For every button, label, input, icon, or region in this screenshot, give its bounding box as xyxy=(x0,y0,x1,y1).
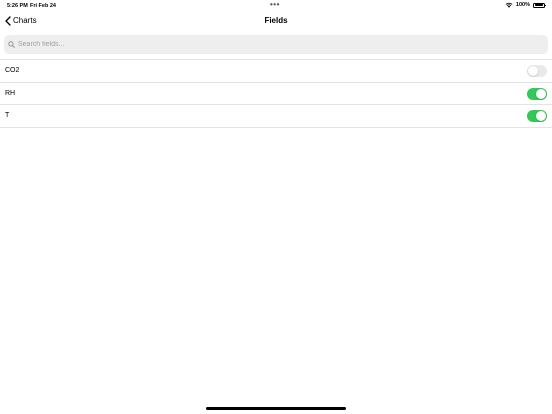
multitasking-dots[interactable]: ••• xyxy=(270,0,280,9)
status-time: 5:26 PM xyxy=(7,2,28,9)
field-label: T xyxy=(5,112,10,119)
field-row-rh: RH xyxy=(0,83,552,105)
field-list: CO2 RH T xyxy=(0,59,552,128)
search-bar[interactable] xyxy=(4,35,548,54)
status-right-group: 100% xyxy=(505,2,546,8)
field-row-co2: CO2 xyxy=(0,60,552,83)
status-bar: 5:26 PM Fri Feb 24 ••• 100% xyxy=(0,0,552,11)
toggle-knob xyxy=(528,66,538,76)
toggle-rh[interactable] xyxy=(527,87,547,100)
field-label: RH xyxy=(5,89,16,97)
toggle-co2[interactable] xyxy=(527,65,547,77)
wifi-icon xyxy=(505,2,513,8)
search-input[interactable] xyxy=(18,41,518,48)
battery-percentage: 100% xyxy=(515,2,530,8)
toggle-knob xyxy=(536,111,546,121)
toggle-t[interactable] xyxy=(527,110,547,122)
magnifying-glass-icon xyxy=(8,41,15,48)
page-title: Fields xyxy=(264,16,288,25)
fields-screen: 5:26 PM Fri Feb 24 ••• 100% Charts Field… xyxy=(0,0,552,414)
home-indicator[interactable] xyxy=(206,407,346,410)
field-row-t: T xyxy=(0,105,552,128)
toggle-knob xyxy=(536,88,546,99)
field-label: CO2 xyxy=(5,67,20,74)
navigation-bar: Charts Fields xyxy=(0,11,552,30)
status-date: Fri Feb 24 xyxy=(30,2,56,9)
battery-icon xyxy=(533,2,546,8)
